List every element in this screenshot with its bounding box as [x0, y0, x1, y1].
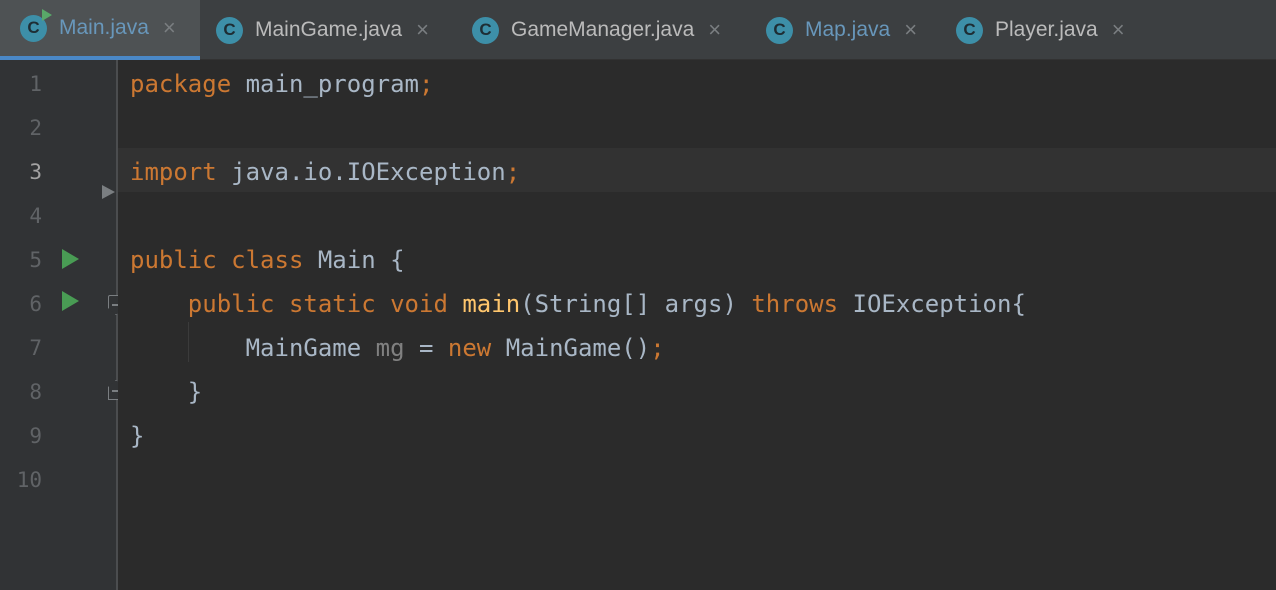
run-badge-icon — [42, 8, 52, 21]
code-line-5[interactable]: public class Main { — [130, 238, 405, 282]
run-main-icon[interactable] — [62, 291, 79, 311]
tab-main-java[interactable]: C Main.java × — [0, 0, 200, 60]
line-number: 1 — [29, 72, 42, 96]
line-number: 7 — [29, 336, 42, 360]
tab-map-java[interactable]: C Map.java × — [766, 0, 946, 60]
line-number: 9 — [29, 424, 42, 448]
java-class-icon: C — [472, 16, 499, 44]
code-line-8[interactable]: } — [130, 370, 202, 414]
close-icon[interactable]: × — [708, 19, 721, 41]
close-icon[interactable]: × — [904, 19, 917, 41]
close-icon[interactable]: × — [416, 19, 429, 41]
tab-label: Map.java — [805, 18, 891, 41]
tab-label: MainGame.java — [255, 18, 403, 41]
code-area[interactable]: package main_program; import java.io.IOE… — [118, 60, 1276, 590]
run-class-icon[interactable] — [62, 249, 79, 269]
close-icon[interactable]: × — [1112, 19, 1125, 41]
java-class-icon: C — [216, 16, 243, 44]
java-class-icon: C — [766, 16, 793, 44]
line-number: 8 — [29, 380, 42, 404]
code-line-3[interactable]: import java.io.IOException; — [130, 150, 520, 194]
close-icon[interactable]: × — [163, 17, 176, 39]
tab-player-java[interactable]: C Player.java × — [956, 0, 1156, 60]
line-number: 2 — [29, 116, 42, 140]
java-class-icon: C — [20, 8, 52, 42]
code-line-6[interactable]: public static void main(String[] args) t… — [130, 282, 1026, 326]
line-number: 4 — [29, 204, 42, 228]
tab-maingame-java[interactable]: C MainGame.java × — [216, 0, 456, 60]
code-editor: C Main.java × C MainGame.java × C GameMa… — [0, 0, 1276, 590]
tab-label: Player.java — [995, 18, 1098, 41]
line-number: 6 — [29, 292, 42, 316]
tab-label: GameManager.java — [511, 18, 695, 41]
collapsed-imports-icon[interactable] — [102, 185, 115, 199]
code-line-9[interactable]: } — [130, 414, 144, 458]
tab-gamemanager-java[interactable]: C GameManager.java × — [472, 0, 752, 60]
line-number: 10 — [16, 468, 42, 492]
java-class-icon: C — [956, 16, 983, 44]
editor-tab-bar: C Main.java × C MainGame.java × C GameMa… — [0, 0, 1276, 60]
tab-label: Main.java — [59, 16, 149, 39]
code-line-1[interactable]: package main_program; — [130, 62, 433, 106]
line-number: 5 — [29, 248, 42, 272]
code-line-7[interactable]: MainGame mg = new MainGame(); — [130, 326, 665, 370]
editor-gutter[interactable]: 1 2 3 4 5 6 7 8 9 10 — [0, 60, 124, 590]
line-number: 3 — [29, 160, 42, 184]
